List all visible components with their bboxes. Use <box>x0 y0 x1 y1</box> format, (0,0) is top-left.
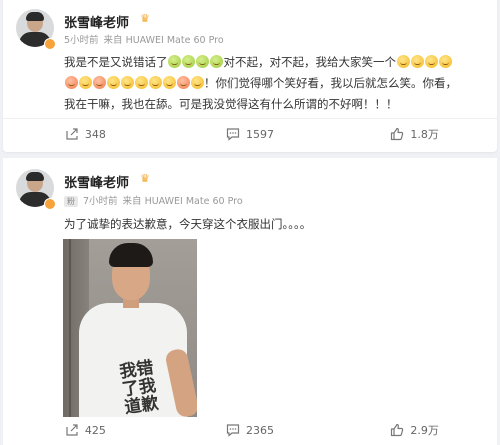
like-button[interactable]: 2.9万 <box>332 415 497 445</box>
post-time[interactable]: 7小时前 <box>83 196 118 207</box>
smile-emoji-icon <box>120 76 134 89</box>
shirt-print: 我错了我道歉 <box>118 357 160 417</box>
sad-emoji-icon <box>196 55 209 68</box>
comment-icon <box>226 128 240 141</box>
verified-badge-icon <box>44 38 56 50</box>
smile-emoji-icon <box>162 76 176 89</box>
smile-emoji-icon <box>190 76 204 89</box>
comment-count: 1597 <box>246 127 274 141</box>
comment-icon <box>226 424 240 437</box>
sad-emoji-icon <box>182 55 195 68</box>
comment-button[interactable]: 2365 <box>168 415 333 445</box>
crown-icon: ♛ <box>140 172 150 185</box>
author-name[interactable]: 张雪峰老师 <box>64 12 129 31</box>
post-meta: 粉 7小时前 来自 HUAWEI Mate 60 Pro <box>64 193 248 207</box>
thumbs-up-icon <box>391 127 404 141</box>
share-icon <box>66 424 78 436</box>
smile-emoji-icon <box>148 76 162 89</box>
smile-emoji-icon <box>106 76 120 89</box>
post-text: 我是不是又说错话了 对不起，对不起，我给大家笑一个 ！你们觉得哪个笑好看，我以后就… <box>64 55 457 111</box>
fan-tag: 粉 <box>64 196 78 207</box>
smile-emoji-icon <box>438 55 452 68</box>
smile-emoji-icon <box>134 76 148 89</box>
sad-emoji-icon <box>168 55 181 68</box>
like-button[interactable]: 1.8万 <box>332 119 497 149</box>
comment-count: 2365 <box>246 423 274 437</box>
post-card-1: 张雪峰老师 ♛ 5小时前 来自 HUAWEI Mate 60 Pro 我是不是又说… <box>3 0 497 152</box>
post-time[interactable]: 5小时前 <box>64 35 99 46</box>
laugh-emoji-icon <box>176 76 190 89</box>
share-count: 348 <box>84 127 106 141</box>
action-bar: 348 1597 1.8万 <box>3 119 497 149</box>
post-text: 为了诚挚的表达歉意，今天穿这个衣服出门。。。。 <box>64 217 312 231</box>
share-icon <box>66 128 78 140</box>
sad-emoji-icon <box>210 55 223 68</box>
post-source: 来自 HUAWEI Mate 60 Pro <box>122 196 243 207</box>
smile-emoji-icon <box>396 55 410 68</box>
share-button[interactable]: 348 <box>3 119 168 149</box>
laugh-emoji-icon <box>64 76 78 89</box>
like-count: 2.9万 <box>410 424 439 437</box>
post-card-2: 张雪峰老师 ♛ 粉 7小时前 来自 HUAWEI Mate 60 Pro 为了诚挚的… <box>3 158 497 445</box>
share-count: 425 <box>84 423 106 437</box>
post-meta: 5小时前 来自 HUAWEI Mate 60 Pro <box>64 32 229 46</box>
post-photo[interactable]: 我错了我道歉 <box>63 239 197 417</box>
share-button[interactable]: 425 <box>3 415 168 445</box>
like-count: 1.8万 <box>410 128 439 141</box>
comment-button[interactable]: 1597 <box>168 119 333 149</box>
thumbs-up-icon <box>391 423 404 437</box>
post-source: 来自 HUAWEI Mate 60 Pro <box>103 35 224 46</box>
crown-icon: ♛ <box>140 12 150 25</box>
smile-emoji-icon <box>424 55 438 68</box>
smile-emoji-icon <box>410 55 424 68</box>
laugh-emoji-icon <box>92 76 106 89</box>
verified-badge-icon <box>44 198 56 210</box>
action-bar: 425 2365 2.9万 <box>3 415 497 445</box>
smile-emoji-icon <box>78 76 92 89</box>
author-name[interactable]: 张雪峰老师 <box>64 172 129 191</box>
